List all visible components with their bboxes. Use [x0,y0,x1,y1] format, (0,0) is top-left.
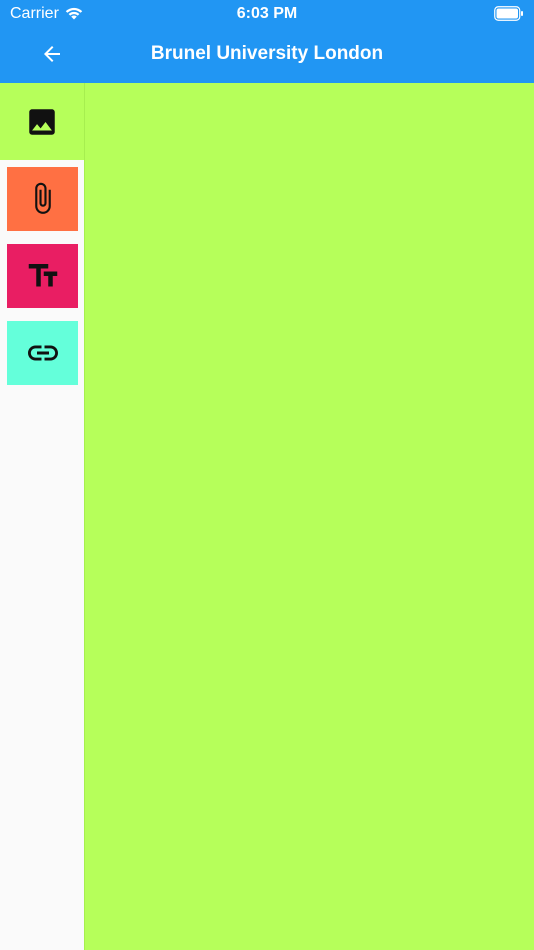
status-time: 6:03 PM [236,5,298,22]
sidebar-item-text-size[interactable] [7,244,78,308]
page-title: Brunel University London [150,43,384,64]
app-header: Carrier 6:03 PM Brunel University London [0,0,534,83]
sidebar-item-image[interactable] [0,83,84,160]
paperclip-icon [34,182,51,214]
image-icon [29,108,55,135]
sidebar-item-attachment[interactable] [7,167,78,231]
sidebar [0,83,84,950]
battery-icon [494,6,523,21]
text-fields-icon [28,264,57,287]
canvas-area[interactable] [84,83,534,950]
link-icon [27,345,58,361]
sidebar-item-link[interactable] [7,321,78,385]
status-bar: Carrier 6:03 PM [0,0,534,28]
